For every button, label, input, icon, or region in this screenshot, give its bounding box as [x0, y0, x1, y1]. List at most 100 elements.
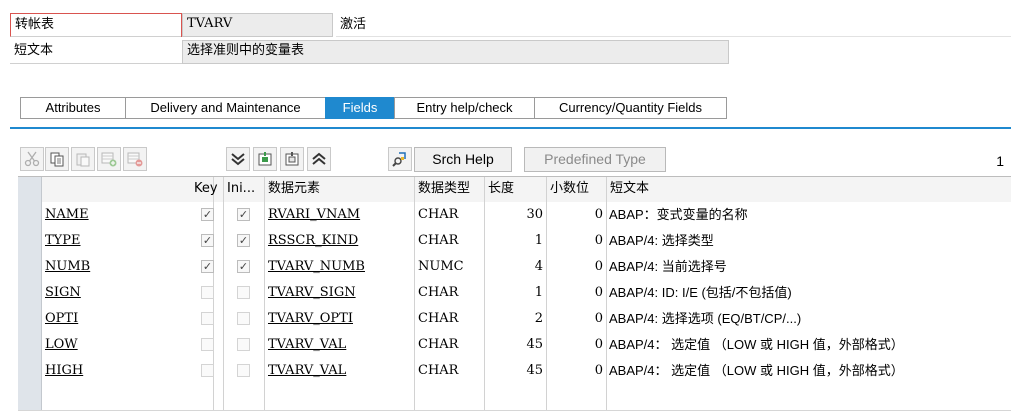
length[interactable]: 30 [485, 202, 547, 228]
row-selector[interactable] [18, 306, 42, 332]
decimals[interactable]: 0 [547, 306, 607, 332]
short-text[interactable]: ABAP：变式变量的名称 [607, 202, 1011, 228]
paste-button[interactable] [71, 147, 95, 171]
field-name[interactable]: NUMB [42, 254, 214, 280]
short-text[interactable]: ABAP/4： 选定值 （LOW 或 HIGH 值，外部格式） [607, 358, 1011, 384]
col-data-element[interactable]: 数据元素 [265, 177, 415, 202]
decimals[interactable]: 0 [547, 358, 607, 384]
row-selector[interactable] [18, 202, 42, 228]
tab-attributes[interactable]: Attributes [20, 97, 126, 119]
insert-element-button[interactable] [253, 147, 277, 171]
srch-help-button[interactable]: Srch Help [414, 147, 512, 172]
collapse-all-button[interactable] [307, 147, 331, 171]
row-selector[interactable] [18, 384, 42, 410]
initial-checkbox[interactable]: ✓ [237, 260, 250, 273]
expand-all-button[interactable] [226, 147, 250, 171]
row-selector[interactable] [18, 254, 42, 280]
select-all-column[interactable] [18, 177, 42, 202]
table-row[interactable] [18, 384, 1011, 411]
delete-row-button[interactable] [123, 147, 147, 171]
short-text-field[interactable]: 选择准则中的变量表 [182, 40, 729, 64]
short-text[interactable]: ABAP/4: 选择选项 (EQ/BT/CP/...) [607, 306, 1011, 332]
short-text[interactable]: ABAP/4： 选定值 （LOW 或 HIGH 值，外部格式） [607, 332, 1011, 358]
data-type[interactable]: CHAR [415, 280, 485, 306]
initial-checkbox[interactable]: ✓ [237, 208, 250, 221]
initial-checkbox[interactable] [237, 338, 250, 351]
length[interactable]: 45 [485, 332, 547, 358]
tab-entry-help-check[interactable]: Entry help/check [394, 97, 535, 119]
length[interactable] [485, 384, 547, 410]
copy-button[interactable] [45, 147, 69, 171]
initial-checkbox[interactable]: ✓ [237, 234, 250, 247]
table-row[interactable]: SIGN TVARV_SIGN CHAR 1 0 ABAP/4: ID: I/E (包括/… [18, 280, 1011, 307]
predefined-type-button[interactable]: Predefined Type [524, 147, 666, 172]
table-row[interactable]: OPTI TVARV_OPTI CHAR 2 0 ABAP/4: 选择选项 (EQ/BT/… [18, 306, 1011, 333]
length[interactable]: 2 [485, 306, 547, 332]
length[interactable]: 45 [485, 358, 547, 384]
field-name[interactable]: TYPE [42, 228, 214, 254]
field-name[interactable]: LOW [42, 332, 214, 358]
field-name[interactable]: HIGH [42, 358, 214, 384]
data-element[interactable]: TVARV_VAL [265, 358, 415, 384]
elementary-type-button[interactable] [280, 147, 304, 171]
data-type[interactable]: CHAR [415, 358, 485, 384]
data-type[interactable]: CHAR [415, 202, 485, 228]
row-selector[interactable] [18, 280, 42, 306]
initial-checkbox[interactable] [237, 312, 250, 325]
key-checkbox[interactable] [201, 338, 214, 351]
field-name[interactable]: NAME [42, 202, 214, 228]
col-short-text[interactable]: 短文本 [607, 177, 1011, 202]
field-name[interactable]: OPTI [42, 306, 214, 332]
col-field[interactable]: 字段 [42, 177, 214, 202]
table-row[interactable]: LOW TVARV_VAL CHAR 45 0 ABAP/4： 选定值 （LOW 或 HI… [18, 332, 1011, 359]
tab-delivery-maintenance[interactable]: Delivery and Maintenance [125, 97, 326, 119]
short-text[interactable] [607, 384, 1011, 410]
table-row[interactable]: NAME ✓ ✓ RVARI_VNAM CHAR 30 0 ABAP：变式变量的名称 [18, 202, 1011, 229]
decimals[interactable]: 0 [547, 332, 607, 358]
data-element[interactable]: TVARV_NUMB [265, 254, 415, 280]
key-checkbox[interactable]: ✓ [201, 260, 214, 273]
key-checkbox[interactable] [201, 364, 214, 377]
decimals[interactable]: 0 [547, 280, 607, 306]
data-element[interactable]: TVARV_SIGN [265, 280, 415, 306]
initial-checkbox[interactable] [237, 364, 250, 377]
data-type[interactable]: CHAR [415, 332, 485, 358]
short-text[interactable]: ABAP/4: ID: I/E (包括/不包括值) [607, 280, 1011, 306]
cut-button[interactable] [20, 147, 44, 171]
initial-checkbox[interactable] [237, 286, 250, 299]
key-checkbox[interactable] [201, 286, 214, 299]
length[interactable]: 4 [485, 254, 547, 280]
key-checkbox[interactable]: ✓ [201, 234, 214, 247]
col-initial[interactable]: Ini... [224, 177, 265, 202]
short-text[interactable]: ABAP/4: 当前选择号 [607, 254, 1011, 280]
field-name[interactable]: SIGN [42, 280, 214, 306]
field-name[interactable] [42, 384, 214, 410]
data-element[interactable]: TVARV_VAL [265, 332, 415, 358]
data-element[interactable]: RVARI_VNAM [265, 202, 415, 228]
col-decimals[interactable]: 小数位 [547, 177, 607, 202]
data-element[interactable]: RSSCR_KIND [265, 228, 415, 254]
decimals[interactable] [547, 384, 607, 410]
table-name-field[interactable]: TVARV [182, 13, 333, 37]
insert-row-button[interactable] [97, 147, 121, 171]
short-text[interactable]: ABAP/4: 选择类型 [607, 228, 1011, 254]
tab-currency-quantity-fields[interactable]: Currency/Quantity Fields [534, 97, 727, 119]
col-data-type[interactable]: 数据类型 [415, 177, 485, 202]
data-type[interactable]: CHAR [415, 306, 485, 332]
data-type[interactable]: CHAR [415, 228, 485, 254]
table-row[interactable]: NUMB ✓ ✓ TVARV_NUMB NUMC 4 0 ABAP/4: 当前选择号 [18, 254, 1011, 281]
col-key[interactable]: Key [191, 177, 224, 202]
decimals[interactable]: 0 [547, 254, 607, 280]
search-help-button[interactable] [388, 147, 412, 171]
row-selector[interactable] [18, 358, 42, 384]
data-element[interactable]: TVARV_OPTI [265, 306, 415, 332]
length[interactable]: 1 [485, 280, 547, 306]
data-type[interactable] [415, 384, 485, 410]
decimals[interactable]: 0 [547, 202, 607, 228]
key-checkbox[interactable]: ✓ [201, 208, 214, 221]
col-length[interactable]: 长度 [485, 177, 547, 202]
data-element[interactable] [265, 384, 415, 410]
row-selector[interactable] [18, 228, 42, 254]
table-row[interactable]: HIGH TVARV_VAL CHAR 45 0 ABAP/4： 选定值 （LOW 或 H… [18, 358, 1011, 385]
key-checkbox[interactable] [201, 312, 214, 325]
